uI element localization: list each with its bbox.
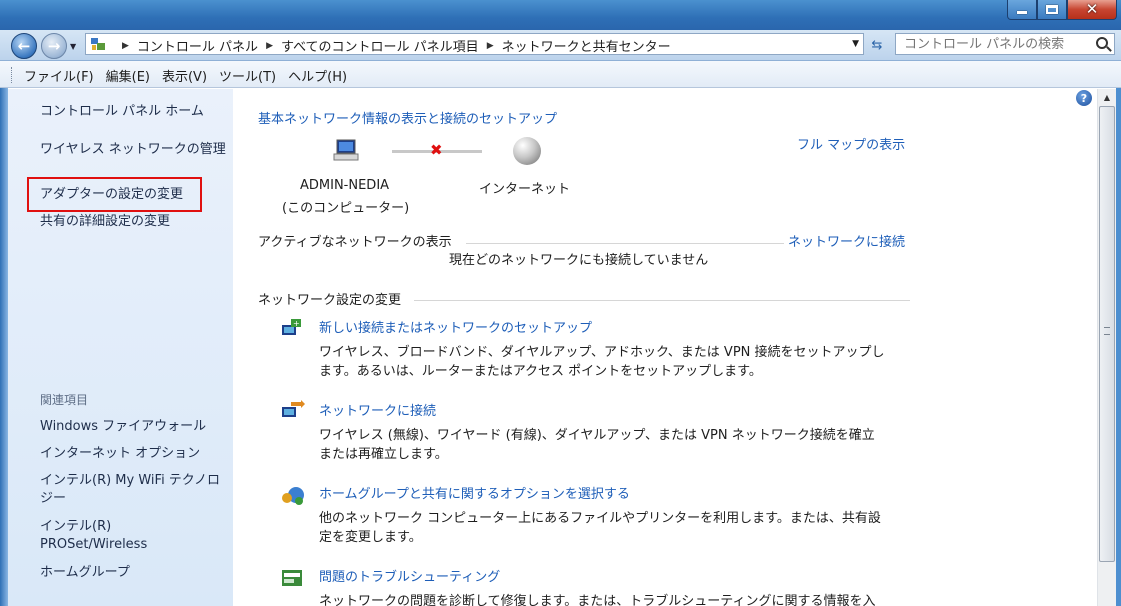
- computer-sublabel: (このコンピューター): [282, 201, 410, 216]
- section-divider: [466, 243, 784, 244]
- active-networks-heading: アクティブなネットワークの表示: [258, 235, 452, 250]
- search-box[interactable]: [895, 33, 1115, 55]
- related-items-heading: 関連項目: [40, 393, 89, 407]
- vertical-scrollbar[interactable]: ▲: [1097, 89, 1116, 606]
- search-icon[interactable]: [1096, 37, 1108, 49]
- close-icon: ✕: [1085, 0, 1099, 18]
- connect-network-icon: [282, 400, 305, 417]
- internet-globe-icon: [513, 137, 541, 165]
- menu-help[interactable]: ヘルプ(H): [288, 66, 347, 85]
- chevron-down-icon[interactable]: ▼: [852, 39, 859, 49]
- breadcrumb-separator[interactable]: ▶: [487, 41, 494, 51]
- task-new-connection-link[interactable]: 新しい接続またはネットワークのセットアップ: [319, 317, 592, 336]
- help-icon[interactable]: ?: [1076, 90, 1092, 106]
- computer-name: ADMIN-NEDIA: [300, 178, 390, 193]
- task-troubleshoot-link[interactable]: 問題のトラブルシューティング: [319, 566, 500, 585]
- arrow-right-icon: →: [47, 37, 61, 55]
- window-frame-left: [0, 88, 8, 606]
- network-settings-heading: ネットワーク設定の変更: [258, 293, 402, 308]
- address-bar[interactable]: ▶ コントロール パネル ▶ すべてのコントロール パネル項目 ▶ ネットワーク…: [85, 33, 864, 55]
- window-frame-right: [1116, 88, 1121, 606]
- toolbar-grip: [11, 67, 14, 83]
- arrow-up-icon: ▲: [1103, 92, 1111, 102]
- breadcrumb-network-center[interactable]: ネットワークと共有センター: [502, 36, 671, 55]
- maximize-button[interactable]: [1037, 0, 1067, 20]
- minimize-button[interactable]: [1007, 0, 1037, 20]
- task-new-connection-desc: ます。あるいは、ルーターまたはアクセス ポイントをセットアップします。: [319, 364, 762, 379]
- minimize-icon: [1017, 11, 1027, 14]
- sidebar-item-firewall[interactable]: Windows ファイアウォール: [40, 418, 230, 436]
- breadcrumb-all-items[interactable]: すべてのコントロール パネル項目: [281, 36, 479, 55]
- sidebar-item-wireless-manage[interactable]: ワイヤレス ネットワークの管理: [40, 141, 232, 159]
- menu-view[interactable]: 表示(V): [162, 66, 207, 85]
- task-connect-link[interactable]: ネットワークに接続: [319, 400, 436, 419]
- arrow-left-icon: ←: [17, 37, 31, 55]
- back-button[interactable]: ←: [11, 33, 37, 59]
- breadcrumb-separator[interactable]: ▶: [122, 41, 129, 51]
- scroll-up-button[interactable]: ▲: [1098, 89, 1116, 105]
- computer-icon: [333, 139, 359, 161]
- forward-button[interactable]: →: [41, 33, 67, 59]
- breadcrumb-separator[interactable]: ▶: [266, 41, 273, 51]
- task-homegroup-desc: 他のネットワーク コンピューター上にあるファイルやプリンターを利用します。または…: [319, 511, 881, 526]
- recent-pages-dropdown[interactable]: ▼: [70, 42, 76, 51]
- refresh-button[interactable]: ⇆: [866, 35, 888, 55]
- menu-tools[interactable]: ツール(T): [219, 66, 276, 85]
- menu-edit[interactable]: 編集(E): [106, 66, 150, 85]
- page-title-link[interactable]: 基本ネットワーク情報の表示と接続のセットアップ: [258, 108, 557, 127]
- scroll-thumb[interactable]: [1099, 106, 1115, 562]
- sidebar-item-my-wifi[interactable]: インテル(R) My WiFi テクノロジー: [40, 472, 225, 508]
- highlight-box: [27, 177, 202, 212]
- sidebar-item-control-panel-home[interactable]: コントロール パネル ホーム: [40, 103, 230, 121]
- no-connection-text: 現在どのネットワークにも接続していません: [449, 253, 709, 268]
- task-connect-desc: ワイヤレス (無線)、ワイヤード (有線)、ダイヤルアップ、または VPN ネッ…: [319, 428, 875, 443]
- sidebar-item-internet-options[interactable]: インターネット オプション: [40, 445, 230, 463]
- disconnected-x-icon: ✖: [430, 141, 443, 159]
- breadcrumb-control-panel[interactable]: コントロール パネル: [137, 36, 258, 55]
- title-bar: ✕: [0, 0, 1121, 30]
- internet-label: インターネット: [479, 182, 571, 197]
- breadcrumb: ▶ コントロール パネル ▶ すべてのコントロール パネル項目 ▶ ネットワーク…: [114, 36, 671, 55]
- section-divider: [414, 300, 910, 301]
- maximize-icon: [1046, 5, 1058, 14]
- search-input[interactable]: [896, 34, 1086, 54]
- task-homegroup-desc: 定を変更します。: [319, 530, 422, 545]
- sidebar-item-proset-wireless[interactable]: インテル(R) PROSet/Wireless: [40, 518, 147, 554]
- refresh-icon: ⇆: [871, 37, 883, 53]
- task-homegroup-link[interactable]: ホームグループと共有に関するオプションを選択する: [319, 483, 630, 502]
- task-new-connection-desc: ワイヤレス、ブロードバンド、ダイヤルアップ、アドホック、または VPN 接続をセ…: [319, 345, 885, 360]
- svg-text:+: +: [293, 319, 300, 328]
- task-connect-desc: または再確立します。: [319, 447, 448, 462]
- troubleshoot-icon: [282, 570, 302, 586]
- task-troubleshoot-desc: ネットワークの問題を診断して修復します。または、トラブルシューティングに関する情…: [319, 594, 876, 606]
- new-connection-icon: +: [282, 319, 301, 335]
- menu-bar: ファイル(F) 編集(E) 表示(V) ツール(T) ヘルプ(H): [0, 60, 1121, 88]
- connect-network-link[interactable]: ネットワークに接続: [788, 231, 905, 250]
- menu-file[interactable]: ファイル(F): [24, 66, 94, 85]
- sidebar-item-advanced-sharing[interactable]: 共有の詳細設定の変更: [40, 213, 230, 231]
- sidebar-item-homegroup[interactable]: ホームグループ: [40, 564, 230, 582]
- full-map-link[interactable]: フル マップの表示: [797, 134, 905, 153]
- sidebar: コントロール パネル ホーム ワイヤレス ネットワークの管理 アダプターの設定の…: [8, 89, 233, 606]
- control-panel-icon: [91, 38, 105, 50]
- close-button[interactable]: ✕: [1067, 0, 1117, 20]
- homegroup-icon: [282, 487, 304, 505]
